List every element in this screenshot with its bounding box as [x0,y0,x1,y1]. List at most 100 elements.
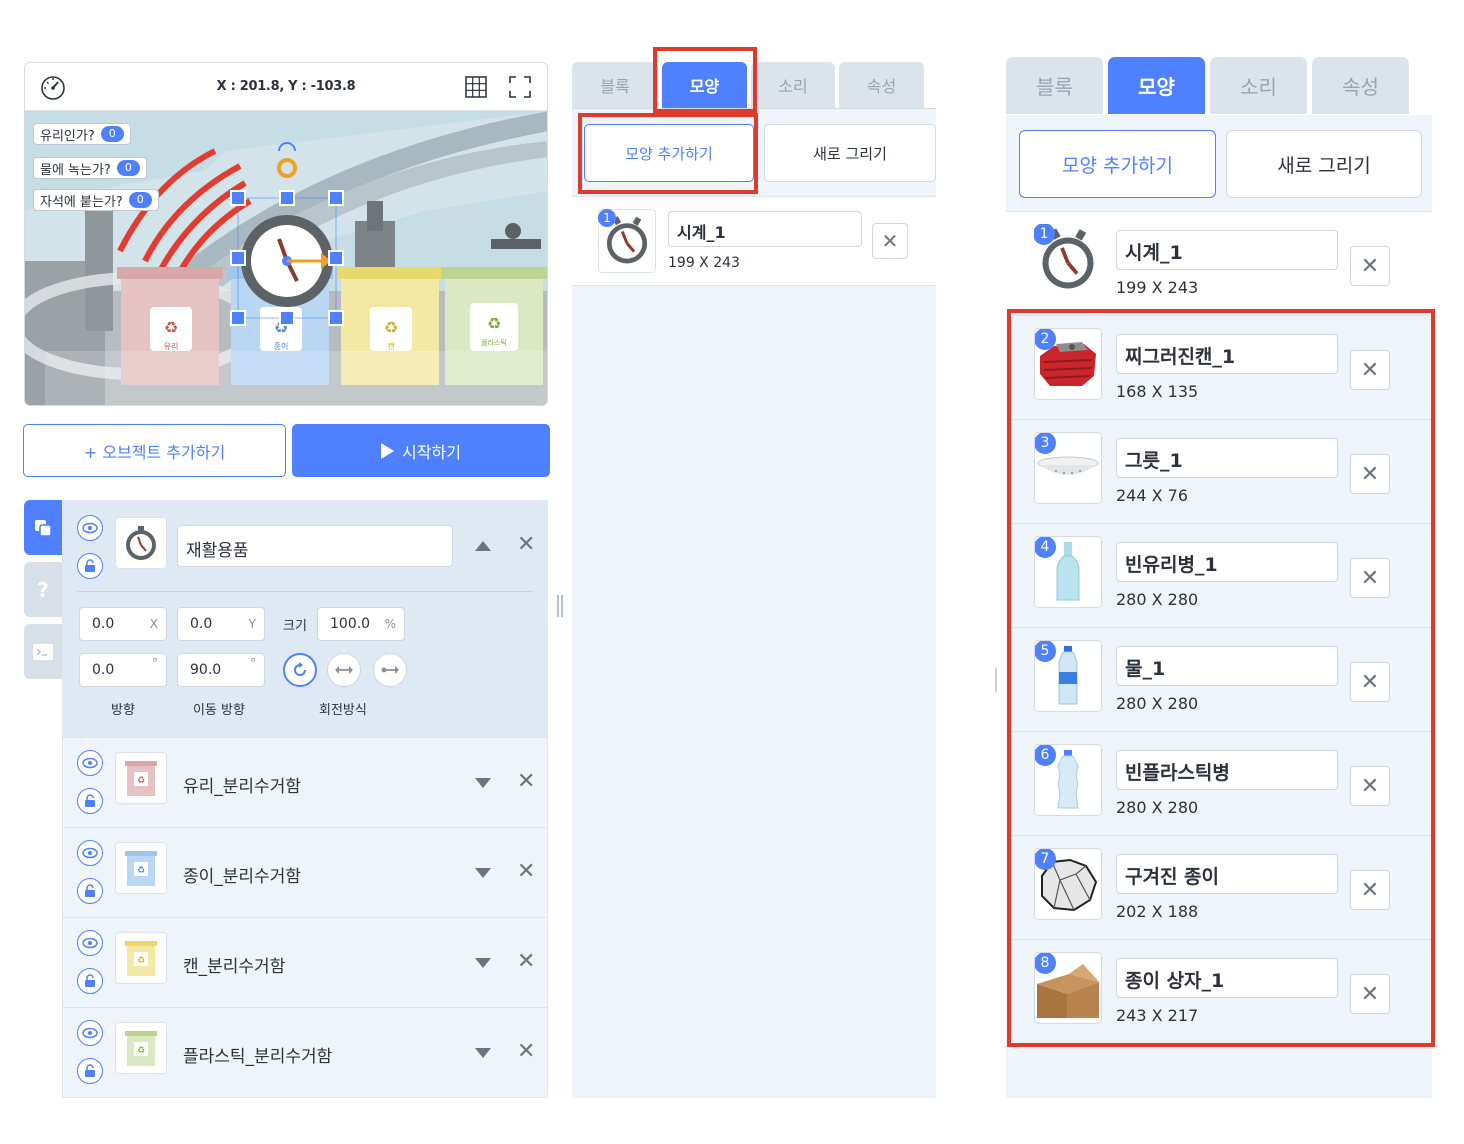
visibility-toggle[interactable] [77,750,103,776]
delete-object-icon[interactable]: ✕ [517,771,535,793]
shape-number: 8 [1035,953,1056,974]
tab-shapes[interactable]: 모양 [1108,57,1205,114]
svg-text:♻: ♻ [384,318,398,337]
tab-blocks[interactable]: 블록 [572,62,658,108]
lock-toggle[interactable] [77,553,103,579]
tab-help[interactable]: ? [24,562,62,617]
delete-object-icon[interactable]: ✕ [517,534,535,556]
visibility-toggle[interactable] [77,515,103,541]
tab-objects[interactable] [24,500,62,555]
delete-object-icon[interactable]: ✕ [517,951,535,973]
direction-field[interactable]: 0.0 ° [79,653,167,687]
tab-console[interactable] [24,624,62,679]
svg-text:♻: ♻ [137,776,145,786]
size-unit: % [384,617,396,631]
shape-number: 4 [1035,537,1056,558]
expand-icon[interactable] [475,868,491,878]
rotate-icon [294,662,306,676]
shape-name-input[interactable]: 시계_1 [668,211,862,247]
move-direction-field[interactable]: 90.0 ° [177,653,265,687]
object-row-paper[interactable]: ♻ 종이_분리수거함 ✕ [63,827,547,917]
fullscreen-icon[interactable] [508,75,532,99]
delete-shape-button[interactable]: ✕ [872,223,908,259]
add-object-label: + 오브젝트 추가하기 [83,442,226,462]
tab-sounds[interactable]: 소리 [751,62,835,108]
shape-size: 199 X 243 [1116,278,1199,297]
console-icon [33,643,53,660]
object-row-glass[interactable]: ♻ 유리_분리수거함 ✕ [63,737,547,827]
object-list: 재활용품 ✕ 0.0 X 0.0 Y 크기 100.0 % 0.0 ° 90.0… [62,500,548,1098]
tab-sounds[interactable]: 소리 [1210,57,1307,114]
variable-monitor-magnet[interactable]: 자석에 붙는가? 0 [33,189,159,211]
stage-canvas[interactable]: ♻ 유리 ♻ 종이 ♻ 캔 ♻ 플라스틱 유리인가? 0 물에 녹는가? 0 자… [25,111,547,405]
highlight-tab-shapes [653,47,757,113]
panel-splitter[interactable] [557,595,563,617]
object-thumbnail: ♻ [115,752,167,804]
object-thumbnail: ♻ [115,1022,167,1074]
svg-text:♻: ♻ [137,956,145,966]
tab-blocks[interactable]: 블록 [1006,57,1103,114]
direction-unit: ° [152,656,158,670]
shape-item[interactable]: 1 시계_1 199 X 243 ✕ [572,196,936,286]
new-draw-button[interactable]: 새로 그리기 [764,124,936,182]
add-object-button[interactable]: + 오브젝트 추가하기 [23,424,286,477]
move-direction-value: 90.0 [190,662,222,678]
y-value: 0.0 [190,616,213,632]
expand-icon[interactable] [475,778,491,788]
shape-number: 7 [1035,849,1056,870]
objects-icon [35,519,52,537]
rotation-mode-label: 회전방식 [319,703,367,718]
eye-icon [82,522,98,534]
recycle-bin-icon: ♻ [125,941,157,976]
start-button[interactable]: 시작하기 [292,424,550,477]
shape-thumbnail: 1 [1034,224,1102,296]
lock-toggle[interactable] [77,1058,103,1084]
expand-icon[interactable] [475,958,491,968]
size-value: 100.0 [330,616,371,632]
delete-object-icon[interactable]: ✕ [517,861,535,883]
shape-name-input[interactable]: 시계_1 [1116,230,1338,270]
y-field[interactable]: 0.0 Y [177,607,265,641]
add-shape-button[interactable]: 모양 추가하기 [1019,130,1216,198]
unlock-icon [85,974,95,987]
size-field[interactable]: 100.0 % [317,607,405,641]
object-row-plastic[interactable]: ♻ 플라스틱_분리수거함 ✕ [63,1007,547,1097]
recycle-bin-icon: ♻ [125,761,157,796]
new-draw-button[interactable]: 새로 그리기 [1226,130,1422,198]
svg-text:♻: ♻ [164,318,178,337]
visibility-toggle[interactable] [77,840,103,866]
unlock-icon [85,1064,95,1077]
rotate-horizontal-button[interactable] [327,653,361,687]
tab-properties[interactable]: 속성 [1312,57,1409,114]
x-value: 0.0 [92,616,115,632]
variable-monitor-dissolve[interactable]: 물에 녹는가? 0 [33,157,147,179]
grid-icon[interactable] [464,75,488,99]
svg-text:♻: ♻ [487,314,501,333]
lock-toggle[interactable] [77,968,103,994]
visibility-toggle[interactable] [77,930,103,956]
svg-text:♻: ♻ [137,866,145,876]
lock-toggle[interactable] [77,878,103,904]
delete-shape-button[interactable]: ✕ [1350,246,1390,286]
object-row-can[interactable]: ♻ 캔_분리수거함 ✕ [63,917,547,1007]
variable-monitor-glass[interactable]: 유리인가? 0 [33,123,131,145]
x-unit: X [149,617,158,631]
object-name-input[interactable]: 재활용품 [177,525,453,567]
selected-object[interactable]: 재활용품 ✕ 0.0 X 0.0 Y 크기 100.0 % 0.0 ° 90.0… [63,501,547,737]
variable-label: 자석에 붙는가? [40,194,123,210]
tab-properties[interactable]: 속성 [839,62,924,108]
stage-scene: ♻ 유리 ♻ 종이 ♻ 캔 ♻ 플라스틱 [25,111,547,405]
move-direction-label: 이동 방향 [193,703,245,718]
expand-icon[interactable] [475,1048,491,1058]
highlight-added-shapes [1007,309,1435,1047]
x-field[interactable]: 0.0 X [79,607,167,641]
rotate-free-button[interactable] [283,653,317,687]
delete-object-icon[interactable]: ✕ [517,1041,535,1063]
object-thumbnail: ♻ [115,932,167,984]
lock-toggle[interactable] [77,788,103,814]
visibility-toggle[interactable] [77,1020,103,1046]
eye-icon [82,847,98,859]
collapse-icon[interactable] [475,541,491,551]
shape-item[interactable]: 1 시계_1 199 X 243 ✕ [1006,211,1432,315]
rotate-none-button[interactable] [373,653,407,687]
